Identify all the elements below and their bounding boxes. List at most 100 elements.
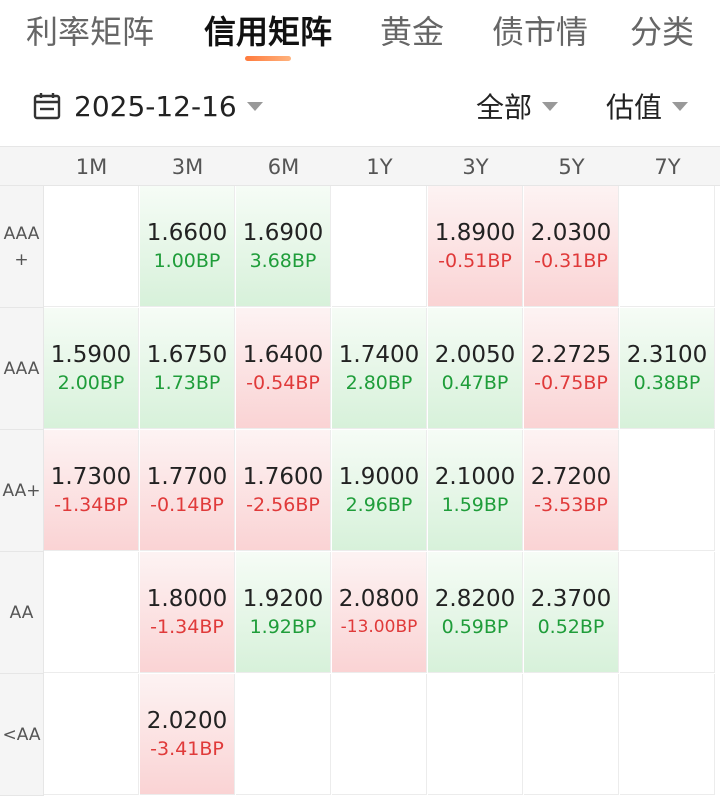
filter-bar: 2025-12-16 全部 估值 <box>0 70 720 146</box>
matrix-cell[interactable]: 1.9000 2.96BP <box>332 430 427 551</box>
yield-value: 2.0800 <box>338 586 420 612</box>
yield-change: -0.75BP <box>534 372 608 394</box>
date-picker[interactable]: 2025-12-16 <box>32 84 263 128</box>
calendar-icon <box>33 93 61 120</box>
matrix-cell[interactable]: 1.6750 1.73BP <box>140 308 235 429</box>
matrix-cell[interactable]: 1.8900 -0.51BP <box>428 186 523 307</box>
matrix-cell[interactable]: 2.0300 -0.31BP <box>524 186 619 307</box>
matrix-cell[interactable]: 1.9200 1.92BP <box>236 552 331 673</box>
yield-value: 2.8200 <box>434 586 516 612</box>
matrix-cell[interactable]: 2.8200 0.59BP <box>428 552 523 673</box>
row-header: AAA + <box>0 186 44 308</box>
tab-scroll-fade <box>588 0 628 70</box>
matrix-cell[interactable]: 1.7600 -2.56BP <box>236 430 331 551</box>
matrix-cell[interactable]: 1.6900 3.68BP <box>236 186 331 307</box>
matrix-cell-empty <box>332 674 427 795</box>
matrix-cell-empty <box>524 674 619 795</box>
matrix-cell[interactable]: 2.3100 0.38BP <box>620 308 715 429</box>
tab-credit-matrix-label: 信用矩阵 <box>204 13 333 51</box>
yield-value: 1.6900 <box>242 220 324 246</box>
yield-value: 2.0300 <box>530 220 612 246</box>
yield-change: -3.53BP <box>534 494 608 516</box>
row-header: AA+ <box>0 430 44 552</box>
tab-credit-matrix[interactable]: 信用矩阵 <box>204 0 333 61</box>
column-header-5y: 5Y <box>558 155 585 179</box>
matrix-cell[interactable]: 2.2725 -0.75BP <box>524 308 619 429</box>
matrix-cell[interactable]: 2.0050 0.47BP <box>428 308 523 429</box>
yield-value: 1.7700 <box>146 464 228 490</box>
matrix-cell[interactable]: 1.5900 2.00BP <box>44 308 139 429</box>
yield-change: -1.34BP <box>150 616 224 638</box>
column-header-row: 1M 3M 6M 1Y 3Y 5Y 7Y <box>0 146 720 186</box>
row-header: AA <box>0 552 44 674</box>
column-header-3y: 3Y <box>462 155 489 179</box>
chevron-down-icon <box>672 101 689 111</box>
yield-change: 0.52BP <box>537 616 605 638</box>
matrix-cell-empty <box>332 186 427 307</box>
column-header-1m: 1M <box>75 155 108 179</box>
scope-dropdown[interactable]: 全部 <box>476 84 559 128</box>
yield-change: 0.59BP <box>441 616 509 638</box>
matrix-cell-empty <box>428 674 523 795</box>
matrix-cell-empty <box>44 552 139 673</box>
yield-change: 0.47BP <box>441 372 509 394</box>
tab-bond-sentiment[interactable]: 债市情 <box>492 0 588 48</box>
tab-classification[interactable]: 分类 <box>625 0 694 48</box>
yield-value: 2.0200 <box>146 708 228 734</box>
matrix-cell[interactable]: 1.6400 -0.54BP <box>236 308 331 429</box>
metric-dropdown-label: 估值 <box>606 91 663 124</box>
column-header-7y: 7Y <box>654 155 681 179</box>
yield-value: 1.8000 <box>146 586 228 612</box>
metric-dropdown[interactable]: 估值 <box>606 84 689 128</box>
matrix-cell[interactable]: 1.6600 1.00BP <box>140 186 235 307</box>
chevron-down-icon <box>542 101 559 111</box>
yield-change: -0.31BP <box>534 250 608 272</box>
column-header-3m: 3M <box>171 155 204 179</box>
matrix-cell[interactable]: 2.0200 -3.41BP <box>140 674 235 795</box>
column-header-1y: 1Y <box>366 155 393 179</box>
yield-value: 2.7200 <box>530 464 612 490</box>
matrix-cell[interactable]: 2.1000 1.59BP <box>428 430 523 551</box>
matrix-cell[interactable]: 1.7400 2.80BP <box>332 308 427 429</box>
yield-change: -0.51BP <box>438 250 512 272</box>
credit-matrix-grid: 1M 3M 6M 1Y 3Y 5Y 7Y AAA + 1.6600 1.00BP 1.6900 3.6… <box>0 146 720 796</box>
matrix-cell[interactable]: 2.7200 -3.53BP <box>524 430 619 551</box>
yield-change: 1.92BP <box>249 616 317 638</box>
tab-rate-matrix[interactable]: 利率矩阵 <box>26 0 154 48</box>
yield-value: 1.7400 <box>338 342 420 368</box>
yield-value: 1.9000 <box>338 464 420 490</box>
matrix-cell[interactable]: 1.7300 -1.34BP <box>44 430 139 551</box>
chevron-down-icon <box>246 101 263 111</box>
matrix-cell-empty <box>44 186 139 307</box>
matrix-cell-empty <box>236 674 331 795</box>
yield-value: 1.6600 <box>146 220 228 246</box>
matrix-cell-empty <box>620 674 715 795</box>
yield-change: 3.68BP <box>249 250 317 272</box>
matrix-cell[interactable]: 2.0800 -13.00BP <box>332 552 427 673</box>
date-value: 2025-12-16 <box>74 89 237 123</box>
row-header: <AA <box>0 674 44 796</box>
matrix-cell-empty <box>44 674 139 795</box>
matrix-cell-empty <box>620 552 715 673</box>
yield-value: 2.3100 <box>626 342 708 368</box>
yield-change: -3.41BP <box>150 738 224 760</box>
yield-value: 1.7600 <box>242 464 324 490</box>
yield-change: -2.56BP <box>246 494 320 516</box>
category-tabs: 利率矩阵 信用矩阵 黄金 债市情 分类 <box>0 0 720 70</box>
scope-dropdown-label: 全部 <box>476 91 533 124</box>
matrix-cell[interactable]: 1.7700 -0.14BP <box>140 430 235 551</box>
matrix-cell-empty <box>620 186 715 307</box>
yield-value: 2.1000 <box>434 464 516 490</box>
yield-value: 1.7300 <box>50 464 132 490</box>
matrix-cell[interactable]: 1.8000 -1.34BP <box>140 552 235 673</box>
active-tab-indicator <box>245 56 292 61</box>
matrix-cell[interactable]: 2.3700 0.52BP <box>524 552 619 673</box>
yield-value: 2.0050 <box>434 342 516 368</box>
yield-change: -1.34BP <box>54 494 128 516</box>
yield-change: 0.38BP <box>633 372 701 394</box>
yield-value: 1.9200 <box>242 586 324 612</box>
yield-change: -13.00BP <box>340 617 418 637</box>
tab-gold[interactable]: 黄金 <box>380 0 444 48</box>
yield-change: 1.59BP <box>441 494 509 516</box>
yield-change: 2.00BP <box>57 372 125 394</box>
